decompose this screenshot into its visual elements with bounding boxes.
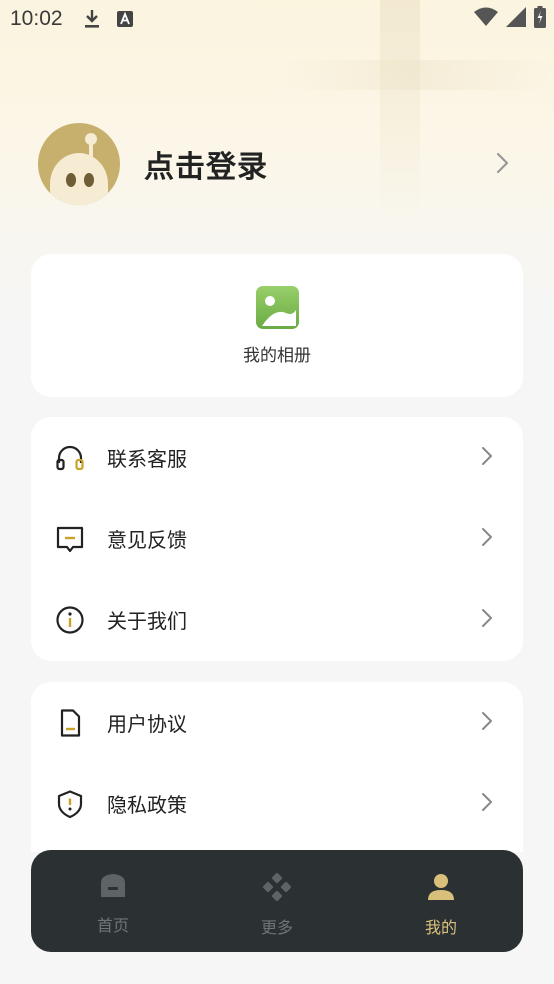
album-card: 我的相册 — [31, 254, 523, 397]
profile-login-row[interactable]: 点击登录 — [38, 122, 518, 206]
nav-label: 我的 — [424, 918, 457, 937]
nav-tab-home[interactable]: 首页 — [31, 850, 195, 952]
avatar[interactable] — [38, 123, 120, 205]
nav-tab-mine[interactable]: 我的 — [359, 850, 523, 952]
wifi-icon — [474, 7, 498, 32]
chevron-right-icon — [481, 792, 493, 816]
user-icon — [426, 872, 456, 906]
menu-group-support: 联系客服 意见反馈 关于我们 — [31, 417, 523, 661]
my-album-label: 我的相册 — [243, 346, 311, 366]
nav-tab-more[interactable]: 更多 — [195, 850, 359, 952]
home-icon — [98, 872, 128, 904]
menu-label: 联系客服 — [107, 447, 187, 471]
bottom-navigation: 首页 更多 我的 — [31, 850, 523, 952]
nav-label: 首页 — [96, 916, 129, 935]
chevron-right-icon — [496, 152, 510, 178]
status-bar: 10:02 — [0, 0, 554, 38]
menu-item-contact-support[interactable]: 联系客服 — [31, 417, 523, 498]
nav-label: 更多 — [260, 918, 293, 937]
chevron-right-icon — [481, 527, 493, 551]
menu-label: 意见反馈 — [107, 528, 187, 552]
menu-item-about-us[interactable]: 关于我们 — [31, 579, 523, 660]
status-time: 10:02 — [10, 7, 63, 30]
my-album-button[interactable]: 我的相册 — [31, 286, 523, 366]
info-icon — [55, 605, 85, 635]
image-icon — [255, 286, 299, 329]
download-icon — [83, 8, 101, 30]
shield-icon — [55, 789, 85, 819]
chevron-right-icon — [481, 446, 493, 470]
menu-group-legal: 用户协议 隐私政策 — [31, 682, 523, 852]
menu-label: 关于我们 — [107, 609, 187, 633]
menu-item-user-agreement[interactable]: 用户协议 — [31, 682, 523, 763]
menu-label: 用户协议 — [107, 712, 187, 736]
battery-icon — [534, 6, 546, 33]
more-icon — [261, 872, 293, 906]
menu-item-feedback[interactable]: 意见反馈 — [31, 498, 523, 579]
headset-icon — [55, 443, 85, 473]
menu-label: 隐私政策 — [107, 793, 187, 817]
document-icon — [55, 708, 85, 738]
chevron-right-icon — [481, 711, 493, 735]
chevron-right-icon — [481, 608, 493, 632]
login-label[interactable]: 点击登录 — [144, 142, 268, 186]
a-notification-icon — [116, 11, 133, 27]
signal-icon — [506, 7, 526, 32]
menu-item-privacy-policy[interactable]: 隐私政策 — [31, 763, 523, 844]
feedback-icon — [55, 524, 85, 554]
